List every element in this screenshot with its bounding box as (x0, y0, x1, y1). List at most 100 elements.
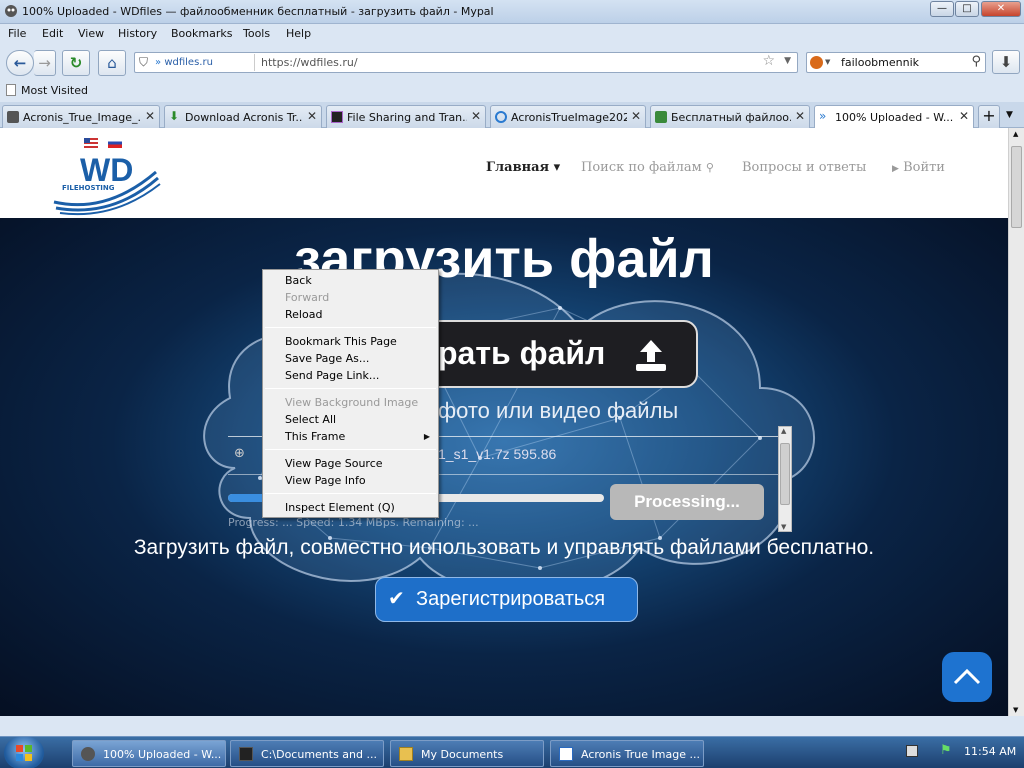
search-input[interactable]: failoobmennik (841, 56, 919, 69)
scroll-to-top-button[interactable] (942, 652, 992, 702)
back-button[interactable]: ← (6, 50, 34, 76)
tab-list-icon[interactable]: ▼ (1006, 110, 1013, 120)
search-bar[interactable]: ▼ failoobmennik ⚲ (806, 52, 986, 73)
site-nav-login[interactable]: ▶ Войти (892, 160, 945, 175)
processing-button[interactable]: Processing... (610, 484, 764, 520)
site-identity-badge[interactable]: » wdfiles.ru (155, 54, 255, 71)
register-button[interactable]: ✔ Зарегистрироваться (375, 577, 638, 622)
tab-acronis-2020[interactable]: AcronisTrueImage202...✕ (490, 105, 646, 128)
tab-close-icon[interactable]: ✕ (307, 109, 317, 123)
app-icon (5, 5, 17, 17)
bookmark-star-icon[interactable]: ☆ (762, 53, 775, 69)
web-page: WD FILEHOSTING Главная ▾ Поиск по файлам… (0, 128, 1008, 716)
url-text[interactable]: https://wdfiles.ru/ (261, 56, 358, 69)
taskbar: 100% Uploaded - W... C:\Documents and ..… (0, 736, 1024, 768)
tab-close-icon[interactable]: ✕ (959, 109, 969, 123)
console-icon (239, 747, 253, 761)
window-title: 100% Uploaded - WDfiles — файлообменник … (22, 5, 494, 18)
ctx-this-frame[interactable]: This Frame (285, 430, 345, 443)
page-scrollbar[interactable]: ▲ ▼ (1008, 128, 1024, 716)
file-row-text: 1_s1_v1.7z 595.86 (438, 446, 557, 462)
site-nav-search[interactable]: Поиск по файлам ⚲ (581, 160, 714, 175)
close-window-button[interactable]: ✕ (981, 1, 1021, 17)
site-nav-faq[interactable]: Вопросы и ответы (742, 160, 866, 175)
tab-close-icon[interactable]: ✕ (631, 109, 641, 123)
submenu-arrow-icon: ▶ (423, 432, 430, 441)
chevron-up-icon (953, 668, 981, 685)
ctx-separator (265, 449, 436, 450)
reload-button[interactable]: ↻ (62, 50, 90, 76)
shield-icon[interactable]: ⛉ (139, 55, 148, 70)
keyboard-tray-icon[interactable] (906, 745, 918, 757)
flag-ru-icon[interactable] (108, 138, 122, 148)
ctx-reload[interactable]: Reload (285, 308, 322, 321)
scroll-up-icon[interactable]: ▲ (781, 427, 786, 435)
ctx-inspect-element[interactable]: Inspect Element (Q) (285, 501, 395, 514)
status-strip (0, 716, 1024, 736)
start-button[interactable] (4, 737, 44, 768)
flag-us-icon[interactable] (84, 138, 98, 148)
menu-bookmarks[interactable]: Bookmarks (171, 27, 232, 40)
tab-favicon-icon (655, 111, 667, 123)
site-header: WD FILEHOSTING Главная ▾ Поиск по файлам… (0, 128, 1008, 218)
tab-close-icon[interactable]: ✕ (795, 109, 805, 123)
tab-uploaded-active[interactable]: » 100% Uploaded - W... ✕ (814, 105, 974, 129)
tab-close-icon[interactable]: ✕ (471, 109, 481, 123)
site-nav-home[interactable]: Главная ▾ (486, 160, 560, 175)
new-tab-button[interactable]: + (978, 105, 1000, 128)
network-tray-icon[interactable]: ⚑ (940, 743, 952, 758)
page-scroll-thumb[interactable] (1011, 146, 1022, 228)
url-bar[interactable]: ⛉ » wdfiles.ru https://wdfiles.ru/ ☆ ▼ (134, 52, 798, 73)
tab-free-fileshare[interactable]: Бесплатный файлоо... ✕ (650, 105, 810, 128)
tab-close-icon[interactable]: ✕ (145, 109, 155, 123)
download-arrow-icon: ⬇ (169, 109, 180, 123)
tab-favicon-icon (7, 111, 19, 123)
menu-history[interactable]: History (118, 27, 157, 40)
tab-download-acronis[interactable]: ⬇ Download Acronis Tr... ✕ (164, 105, 322, 128)
chevron-icon: » (155, 57, 162, 68)
scroll-down-icon[interactable]: ▼ (781, 523, 786, 531)
menu-file[interactable]: File (8, 27, 26, 40)
scroll-thumb[interactable] (780, 443, 790, 505)
tab-file-sharing[interactable]: File Sharing and Tran... ✕ (326, 105, 486, 128)
search-engine-icon[interactable] (810, 56, 823, 69)
scroll-down-icon[interactable]: ▼ (1013, 706, 1018, 714)
taskbar-item-acronis[interactable]: Acronis True Image ... (550, 740, 704, 767)
file-status-icon: ⊕ (234, 446, 245, 461)
menu-help[interactable]: Help (286, 27, 311, 40)
folder-icon (399, 747, 413, 761)
menu-view[interactable]: View (78, 27, 104, 40)
download-button[interactable]: ⬇ (992, 50, 1020, 74)
site-logo[interactable]: WD FILEHOSTING (52, 152, 162, 216)
ctx-view-source[interactable]: View Page Source (285, 457, 383, 470)
maximize-button[interactable]: □ (955, 1, 979, 17)
ctx-bookmark-page[interactable]: Bookmark This Page (285, 335, 397, 348)
home-button[interactable]: ⌂ (98, 50, 126, 76)
forward-button[interactable]: → (34, 50, 56, 76)
system-clock[interactable]: 11:54 AM (964, 745, 1016, 758)
browser-window: 100% Uploaded - WDfiles — файлообменник … (0, 0, 1024, 768)
caret-right-icon: ▶ (892, 164, 899, 174)
menu-edit[interactable]: Edit (42, 27, 63, 40)
tab-acronis-image[interactable]: Acronis_True_Image_... ✕ (2, 105, 160, 128)
ctx-view-info[interactable]: View Page Info (285, 474, 366, 487)
menu-tools[interactable]: Tools (243, 27, 270, 40)
scroll-up-icon[interactable]: ▲ (1013, 130, 1018, 138)
search-engine-dropdown-icon[interactable]: ▼ (825, 58, 830, 66)
panel-scrollbar[interactable]: ▲ ▼ (778, 426, 792, 532)
ctx-save-page[interactable]: Save Page As... (285, 352, 369, 365)
minimize-button[interactable]: — (930, 1, 954, 17)
most-visited-bookmark[interactable]: Most Visited (6, 84, 88, 97)
taskbar-item-browser[interactable]: 100% Uploaded - W... (72, 740, 226, 767)
search-icon[interactable]: ⚲ (971, 54, 981, 69)
page-icon (6, 84, 16, 96)
taskbar-item-my-documents[interactable]: My Documents (390, 740, 544, 767)
ctx-back[interactable]: Back (285, 274, 312, 287)
ctx-select-all[interactable]: Select All (285, 413, 336, 426)
taskbar-item-cmd[interactable]: C:\Documents and ... (230, 740, 384, 767)
hero-section: загрузить файл рать файл фото или видео … (0, 218, 1008, 716)
ctx-send-link[interactable]: Send Page Link... (285, 369, 379, 382)
url-dropdown-icon[interactable]: ▼ (784, 56, 791, 66)
bookmarks-bar: Most Visited (0, 80, 1024, 102)
acronis-icon (559, 747, 573, 761)
